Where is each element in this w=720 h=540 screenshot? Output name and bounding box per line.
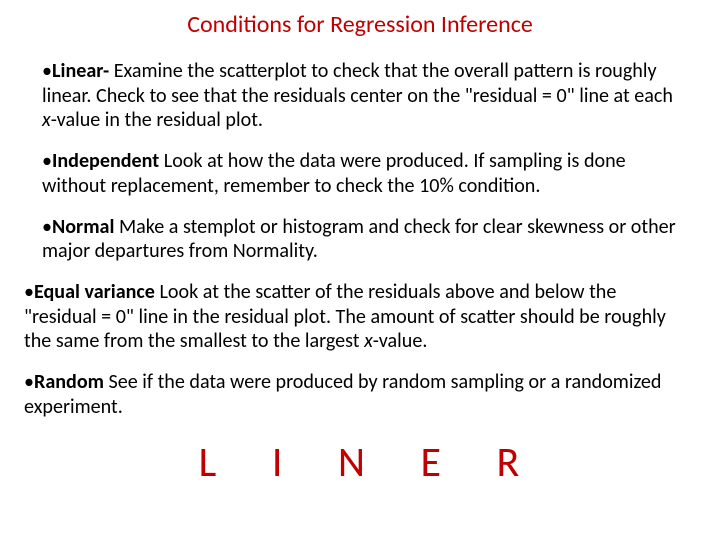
bullet-term: Normal bbox=[52, 215, 114, 239]
bullet-text-a: Make a stemplot or histogram and check f… bbox=[42, 215, 676, 264]
bullet-ital: x bbox=[364, 329, 373, 353]
bullet-term: Linear- bbox=[52, 59, 109, 83]
bullet-linear: •Linear- Examine the scatterplot to chec… bbox=[42, 59, 692, 133]
bullet-term: Equal variance bbox=[34, 280, 155, 304]
bullet-text-a: Examine the scatterplot to check that th… bbox=[42, 59, 673, 108]
slide: Conditions for Regression Inference •Lin… bbox=[0, 0, 720, 540]
bullet-mark: • bbox=[24, 280, 34, 304]
bullet-random: •Random See if the data were produced by… bbox=[24, 370, 690, 419]
slide-body: •Linear- Examine the scatterplot to chec… bbox=[0, 59, 720, 264]
slide-body-tight: •Equal variance Look at the scatter of t… bbox=[0, 280, 720, 420]
bullet-ital: x bbox=[42, 108, 51, 132]
bullet-mark: • bbox=[42, 215, 52, 239]
bullet-mark: • bbox=[24, 370, 34, 394]
bullet-term: Independent bbox=[52, 149, 159, 173]
bullet-text-b: -value. bbox=[373, 329, 428, 353]
bullet-text-a: See if the data were produced by random … bbox=[24, 370, 662, 419]
acronym-liner: L I N E R bbox=[0, 437, 720, 488]
bullet-term: Random bbox=[34, 370, 104, 394]
bullet-mark: • bbox=[42, 149, 52, 173]
slide-title: Conditions for Regression Inference bbox=[0, 0, 720, 43]
bullet-text-b: -value in the residual plot. bbox=[51, 108, 263, 132]
bullet-mark: • bbox=[42, 59, 52, 83]
bullet-equal-variance: •Equal variance Look at the scatter of t… bbox=[24, 280, 690, 354]
bullet-normal: •Normal Make a stemplot or histogram and… bbox=[42, 215, 692, 264]
bullet-independent: •Independent Look at how the data were p… bbox=[42, 149, 692, 198]
